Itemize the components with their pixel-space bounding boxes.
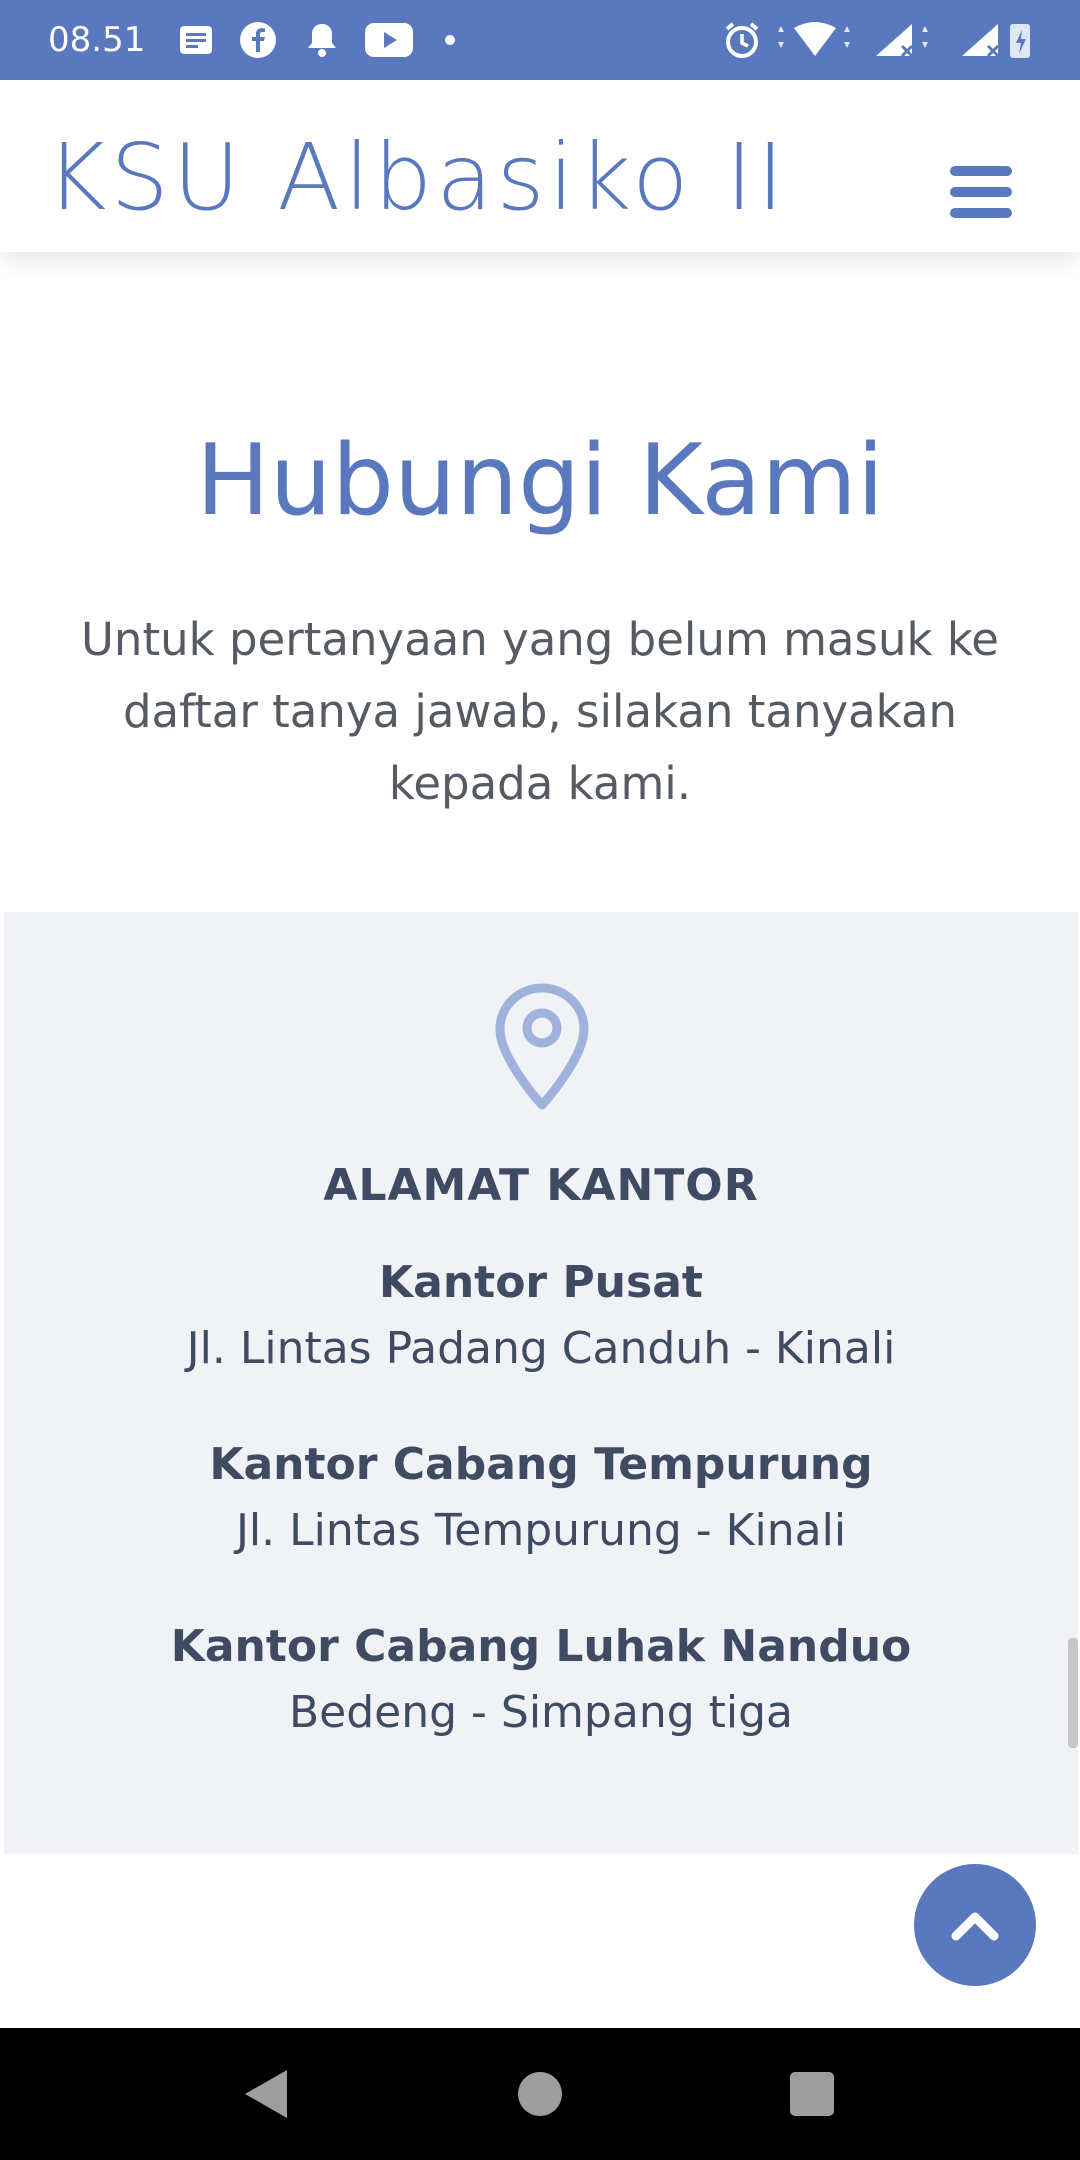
- recents-icon[interactable]: [782, 2064, 842, 2124]
- office-item: Kantor Cabang Tempurung Jl. Lintas Tempu…: [4, 1432, 1078, 1564]
- page-intro: Untuk pertanyaan yang belum masuk ke daf…: [81, 613, 999, 810]
- youtube-icon: [362, 16, 416, 64]
- scrollbar-thumb[interactable]: [1068, 1638, 1078, 1748]
- office-item: Kantor Cabang Luhak Nanduo Bedeng - Simp…: [4, 1614, 1078, 1746]
- notes-icon: [176, 16, 216, 64]
- dot-icon: [440, 16, 460, 64]
- back-icon[interactable]: [236, 2064, 296, 2124]
- signal-icon: [870, 16, 940, 64]
- page-title: Hubungi Kami: [195, 424, 885, 538]
- site-brand[interactable]: KSU Albasiko II: [46, 132, 788, 224]
- site-header: KSU Albasiko II: [0, 80, 1080, 252]
- office-address: Jl. Lintas Tempurung - Kinali: [235, 1505, 847, 1556]
- back-to-top-button[interactable]: [914, 1864, 1036, 1986]
- bell-icon: [302, 16, 342, 64]
- office-name: Kantor Cabang Luhak Nanduo: [170, 1621, 912, 1672]
- alarm-icon: [720, 16, 764, 64]
- wifi-icon: [770, 16, 860, 64]
- status-bar: 08.51: [0, 0, 1080, 80]
- chevron-up-icon: [951, 1912, 999, 1941]
- signal-icon: [956, 16, 1036, 64]
- address-card-title: ALAMAT KANTOR: [323, 1160, 759, 1211]
- system-nav-bar: [0, 2028, 1080, 2160]
- location-pin-icon: [492, 982, 592, 1112]
- hamburger-menu-icon[interactable]: [950, 166, 1012, 218]
- office-item: Kantor Pusat Jl. Lintas Padang Canduh - …: [4, 1250, 1078, 1382]
- office-name: Kantor Pusat: [379, 1257, 703, 1308]
- status-time: 08.51: [48, 20, 146, 60]
- office-address: Bedeng - Simpang tiga: [288, 1687, 793, 1738]
- address-card: ALAMAT KANTOR Kantor Pusat Jl. Lintas Pa…: [4, 912, 1078, 1854]
- facebook-icon: [236, 16, 280, 64]
- office-address: Jl. Lintas Padang Canduh - Kinali: [186, 1323, 896, 1374]
- home-icon[interactable]: [510, 2064, 570, 2124]
- office-name: Kantor Cabang Tempurung: [209, 1439, 873, 1490]
